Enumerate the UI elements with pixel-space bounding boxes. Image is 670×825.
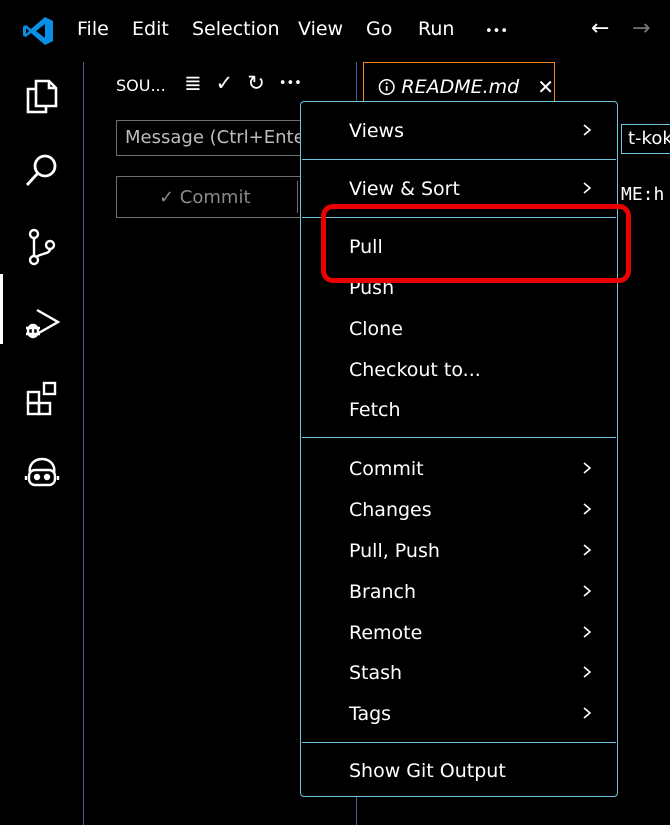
- commit-message-input[interactable]: Message (Ctrl+Ente: [116, 120, 326, 156]
- menu-view[interactable]: View: [298, 18, 343, 40]
- chevron-right-icon: [583, 544, 592, 556]
- pull-highlight-annotation: [321, 204, 631, 283]
- tab-label: README.md: [401, 75, 520, 98]
- menu-separator: [302, 742, 616, 743]
- chevron-right-icon: [583, 666, 592, 678]
- menu-item-branch[interactable]: Branch: [349, 581, 416, 603]
- commit-button-label: ✓ Commit: [159, 186, 251, 208]
- commit-button[interactable]: ✓ Commit: [116, 176, 326, 218]
- activity-bar: [0, 62, 84, 825]
- info-icon: [378, 78, 395, 95]
- close-icon[interactable]: ✕: [537, 75, 554, 99]
- menu-more[interactable]: •••: [485, 24, 508, 39]
- explorer-icon[interactable]: [22, 76, 62, 116]
- run-debug-icon[interactable]: [22, 302, 62, 342]
- chevron-right-icon: [583, 462, 592, 474]
- chevron-right-icon: [583, 626, 592, 638]
- menu-item-commit[interactable]: Commit: [349, 458, 424, 480]
- source-control-icon[interactable]: [22, 227, 62, 267]
- search-icon[interactable]: [22, 150, 62, 190]
- title-bar: File Edit Selection View Go Run ••• ← →: [0, 0, 670, 62]
- menu-item-remote[interactable]: Remote: [349, 622, 422, 644]
- nav-back-icon[interactable]: ←: [591, 16, 609, 41]
- menu-item-changes[interactable]: Changes: [349, 499, 432, 521]
- menu-item-pull-push[interactable]: Pull, Push: [349, 540, 440, 562]
- menu-edit[interactable]: Edit: [132, 18, 169, 40]
- menu-item-view-sort[interactable]: View & Sort: [349, 178, 460, 200]
- active-indicator: [0, 274, 3, 344]
- menu-item-checkout[interactable]: Checkout to...: [349, 359, 481, 381]
- copilot-icon[interactable]: [22, 452, 62, 492]
- commit-split-divider: [297, 181, 298, 213]
- menu-item-stash[interactable]: Stash: [349, 662, 402, 684]
- menu-item-show-git-output[interactable]: Show Git Output: [349, 760, 506, 782]
- chevron-right-icon: [583, 585, 592, 597]
- extensions-icon[interactable]: [22, 378, 62, 418]
- more-actions-icon[interactable]: •••: [279, 71, 302, 95]
- menu-separator: [302, 437, 616, 438]
- chevron-right-icon: [583, 503, 592, 515]
- menu-go[interactable]: Go: [366, 18, 392, 40]
- commit-check-icon[interactable]: ✓: [216, 71, 234, 95]
- menu-item-clone[interactable]: Clone: [349, 318, 403, 340]
- sidebar-actions: ≣ ✓ ↻ •••: [184, 71, 302, 95]
- editor-partial-text: t-koke: [621, 124, 670, 154]
- menu-item-tags[interactable]: Tags: [349, 703, 391, 725]
- chevron-right-icon: [583, 707, 592, 719]
- editor-code-text: ME:h: [621, 184, 665, 205]
- menu-separator: [302, 159, 616, 160]
- menu-item-fetch[interactable]: Fetch: [349, 399, 401, 421]
- menu-selection[interactable]: Selection: [192, 18, 280, 40]
- view-as-tree-icon[interactable]: ≣: [184, 71, 202, 95]
- refresh-icon[interactable]: ↻: [247, 71, 265, 95]
- menu-item-views[interactable]: Views: [349, 120, 404, 142]
- chevron-right-icon: [583, 182, 592, 194]
- menu-file[interactable]: File: [77, 18, 109, 40]
- nav-forward-icon[interactable]: →: [632, 16, 650, 41]
- menu-run[interactable]: Run: [418, 18, 454, 40]
- sidebar-title: SOU...: [116, 76, 166, 95]
- chevron-right-icon: [583, 124, 592, 136]
- vscode-logo-icon: [23, 17, 53, 45]
